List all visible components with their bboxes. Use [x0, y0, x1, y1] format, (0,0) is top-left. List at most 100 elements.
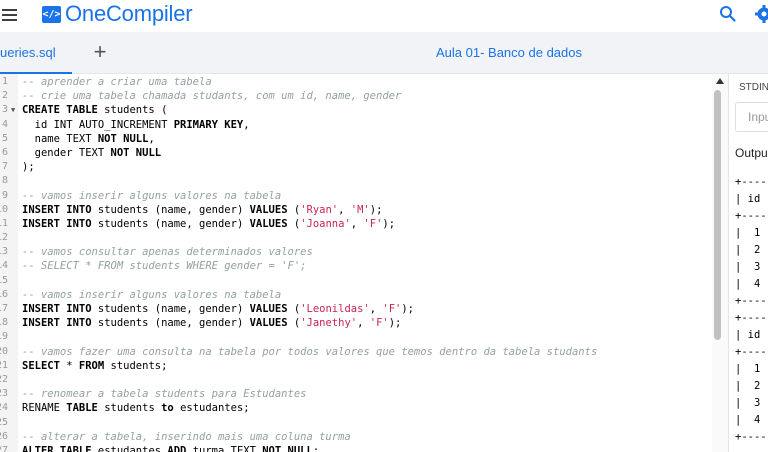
code-token: ALTER TABLE [22, 444, 92, 452]
line-number: 2 [1, 90, 8, 102]
code-line[interactable]: 3 ▼ CREATE TABLE students ( [0, 103, 712, 117]
code-line[interactable]: 2 -- crie uma tabela chamada studants, co… [0, 89, 712, 103]
output-line: | 2 [735, 380, 761, 392]
code-text: -- vamos inserir alguns valores na tabel… [22, 288, 281, 302]
code-line[interactable]: 8 [0, 174, 712, 188]
code-token: students; [104, 359, 168, 372]
code-token: to [161, 402, 174, 415]
fold-arrow-icon[interactable]: ▼ [11, 103, 15, 117]
project-title[interactable]: Aula 01- Banco de dados [436, 32, 582, 74]
line-number: 25 [0, 416, 9, 428]
code-token: VALUES [249, 317, 288, 330]
add-file-button[interactable]: + [90, 41, 110, 65]
code-token: CREATE TABLE [22, 104, 98, 117]
tab-queries-sql[interactable]: ueries.sql [0, 32, 72, 74]
code-line[interactable]: 27 ALTER TABLE estudantes ADD turma TEXT … [0, 444, 712, 452]
gear-icon[interactable] [754, 4, 768, 24]
editor-scrollbar[interactable] [712, 74, 728, 452]
code-token: ); [401, 303, 415, 315]
search-icon[interactable] [719, 5, 737, 23]
code-line[interactable]: 10 INSERT INTO students (name, gender) VA… [0, 203, 712, 217]
code-text: name TEXT NOT NULL, [22, 132, 155, 146]
code-line[interactable]: 20 -- vamos fazer uma consulta na tabela … [0, 345, 712, 359]
code-text: ); [22, 160, 35, 174]
line-number: 24 [0, 402, 9, 414]
code-token: , [357, 317, 370, 330]
code-line[interactable]: 23 -- renomear a tabela students para Est… [0, 387, 712, 401]
code-token: students (name, gender) [91, 217, 250, 230]
code-text: INSERT INTO students (name, gender) VALU… [22, 217, 395, 231]
code-text: id INT AUTO_INCREMENT PRIMARY KEY, [22, 118, 250, 132]
code-line[interactable]: 17 INSERT INTO students (name, gender) VA… [0, 302, 712, 316]
stdin-placeholder: Input for the program [748, 110, 768, 124]
code-text: -- renomear a tabela students para Estud… [22, 387, 306, 401]
code-token: ); [382, 217, 396, 230]
code-token: INSERT INTO [22, 203, 92, 216]
line-number: 6 [1, 146, 8, 158]
output-line: | 3 [735, 261, 761, 273]
line-number: 1 [1, 76, 8, 87]
code-token: , [243, 118, 250, 131]
code-line[interactable]: 13 -- vamos consultar apenas determinados… [0, 245, 712, 259]
output-line: | 1 [735, 227, 761, 239]
code-token: 'Ryan' [300, 203, 339, 216]
code-token: PRIMARY KEY [173, 118, 244, 131]
line-number: 26 [0, 430, 9, 442]
code-text: ALTER TABLE estudantes ADD turma TEXT NO… [22, 444, 319, 452]
code-token: FROM [78, 359, 105, 372]
code-line[interactable]: 16 -- vamos inserir alguns valores na tab… [0, 288, 712, 302]
line-number: 19 [0, 331, 9, 343]
code-line[interactable]: 12 [0, 231, 712, 245]
line-number: 4 [1, 118, 8, 130]
code-token: -- aprender a criar uma tabela [22, 76, 212, 88]
code-line[interactable]: 5 name TEXT NOT NULL, [0, 132, 712, 146]
code-token: 'Joanna' [300, 217, 351, 230]
code-line[interactable]: 4 id INT AUTO_INCREMENT PRIMARY KEY, [0, 118, 712, 132]
code-line[interactable]: 21 SELECT * FROM students; [0, 359, 712, 373]
app-logo[interactable]: </> OneCompiler [42, 1, 193, 27]
code-line[interactable]: 25 [0, 416, 712, 430]
code-token: 'F' [369, 317, 389, 330]
stdin-input[interactable]: Input for the program [735, 102, 768, 132]
code-line[interactable]: 24 RENAME TABLE students to estudantes; [0, 401, 712, 415]
output-line: | id [735, 193, 761, 205]
code-token: , [369, 303, 383, 315]
code-line[interactable]: 14 -- SELECT * FROM students WHERE gender… [0, 259, 712, 273]
code-text: -- SELECT * FROM students WHERE gender =… [22, 259, 306, 273]
code-text: -- vamos fazer uma consulta na tabela po… [22, 345, 597, 359]
code-lines[interactable]: 1 -- aprender a criar uma tabela 2 -- crie … [0, 75, 712, 452]
code-editor[interactable]: 1 -- aprender a criar uma tabela 2 -- crie … [0, 74, 712, 452]
code-token: -- vamos fazer uma consulta na tabela po… [22, 345, 598, 358]
code-token: students ( [97, 104, 168, 117]
output-line: | 4 [735, 414, 761, 426]
scroll-up-arrow-icon[interactable] [716, 78, 724, 84]
code-text: CREATE TABLE students ( [22, 103, 167, 117]
code-text: -- aprender a criar uma tabela [22, 75, 212, 89]
code-line[interactable]: 18 INSERT INTO students (name, gender) VA… [0, 316, 712, 330]
code-line[interactable]: 11 INSERT INTO students (name, gender) VA… [0, 217, 712, 231]
code-text: gender TEXT NOT NULL [22, 146, 161, 160]
code-line[interactable]: 19 [0, 330, 712, 344]
code-line[interactable]: 15 [0, 274, 712, 288]
code-token: students (name, gender) [91, 317, 250, 330]
code-token: turma TEXT [186, 444, 263, 452]
code-token: ; [312, 444, 320, 452]
output-console: +---- | id +---- | 1 | 2 | 3 | 4 +---- +---- | id… [735, 174, 767, 446]
code-line[interactable]: 1 -- aprender a criar uma tabela [0, 75, 712, 89]
app-name: OneCompiler [65, 1, 193, 26]
code-token: INSERT INTO [22, 317, 92, 330]
code-line[interactable]: 9 -- vamos inserir alguns valores na tabe… [0, 189, 712, 203]
code-token: -- vamos inserir alguns valores na tabel… [22, 189, 282, 202]
line-number: 12 [0, 232, 9, 244]
code-token: id INT AUTO_INCREMENT [22, 118, 174, 131]
code-token: ); [388, 317, 402, 330]
code-text: INSERT INTO students (name, gender) VALU… [22, 203, 382, 217]
scrollbar-thumb[interactable] [714, 90, 721, 340]
hamburger-menu-icon[interactable] [2, 7, 20, 23]
code-line[interactable]: 6 gender TEXT NOT NULL [0, 146, 712, 160]
code-line[interactable]: 7); [0, 160, 712, 174]
code-line[interactable]: 22 [0, 373, 712, 387]
output-line: | 3 [735, 397, 761, 409]
code-line[interactable]: 26 -- alterar a tabela, inserindo mais um… [0, 430, 712, 444]
code-token: VALUES [249, 303, 288, 315]
